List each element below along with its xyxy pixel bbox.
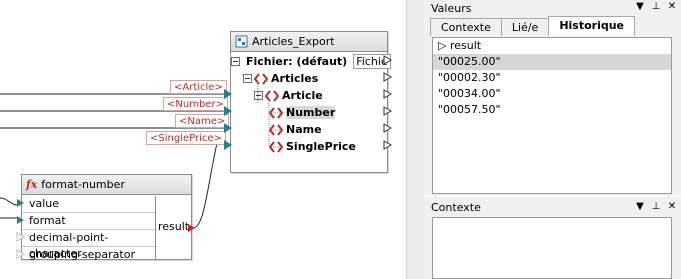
- input-value[interactable]: value: [22, 196, 155, 213]
- function-output-port: [188, 224, 195, 232]
- input-decimal-point-character[interactable]: decimal-point-character: [22, 230, 155, 260]
- tag-singleprice: <SinglePrice>: [146, 131, 226, 145]
- file-label: Fichier: (défaut): [246, 55, 348, 68]
- format-number-function[interactable]: fx format-number value format decimal-po…: [21, 174, 192, 261]
- file-row: Fichier: (défaut) Fichie: [231, 53, 391, 70]
- result-value-2[interactable]: "00002.30": [433, 70, 671, 86]
- input-ports: [224, 89, 232, 150]
- function-divider: [155, 196, 156, 259]
- context-pane-title: Contexte: [431, 200, 481, 214]
- dropdown-arrow-icon[interactable]: ▼: [635, 201, 645, 213]
- pin-icon[interactable]: ⊥: [651, 201, 661, 213]
- values-tabs: Contexte Lié/e Historique: [430, 16, 681, 36]
- context-pane-header: Contexte ▼ ⊥ ✕: [424, 197, 681, 217]
- function-title: format-number: [41, 178, 125, 191]
- close-icon[interactable]: ✕: [667, 201, 677, 213]
- expand-triangle-icon: ▷: [438, 39, 447, 52]
- tag-number: <Number>: [163, 97, 228, 111]
- function-input-ports: [16, 199, 26, 259]
- node-label-number: Number: [286, 106, 336, 119]
- tab-historique[interactable]: Historique: [548, 16, 636, 36]
- component-title-bar[interactable]: Articles_Export: [231, 32, 387, 52]
- history-list[interactable]: ▷ result "00025.00" "00002.30" "00034.00…: [432, 37, 672, 194]
- values-pane-title: Valeurs: [431, 1, 472, 15]
- result-label: result: [449, 39, 482, 52]
- function-icon: fx: [26, 178, 38, 191]
- dropdown-arrow-icon[interactable]: ▼: [635, 1, 645, 13]
- pin-icon[interactable]: ⊥: [651, 1, 661, 13]
- output-result[interactable]: result: [158, 220, 189, 233]
- tab-contexte[interactable]: Contexte: [430, 18, 502, 36]
- result-value-3[interactable]: "00034.00": [433, 86, 671, 102]
- values-pane-header: Valeurs ▼ ⊥ ✕: [424, 0, 681, 16]
- tag-article: <Article>: [170, 80, 227, 94]
- input-grouping-separator[interactable]: grouping-separator: [22, 247, 155, 264]
- result-header[interactable]: ▷ result: [433, 38, 671, 54]
- collapse-file-toggle[interactable]: [231, 57, 240, 66]
- function-title-bar[interactable]: fx format-number: [22, 175, 191, 195]
- context-body[interactable]: [432, 217, 672, 279]
- articles-export-component[interactable]: Articles_Export Fichier: (défaut) Fichie…: [230, 31, 391, 173]
- close-icon[interactable]: ✕: [667, 1, 677, 13]
- mapping-canvas[interactable]: <Article> <Number> <Name> <SinglePrice> …: [0, 0, 406, 279]
- result-value-1[interactable]: "00025.00": [433, 54, 671, 70]
- component-title: Articles_Export: [252, 35, 335, 48]
- node-label-article: Article: [282, 89, 323, 102]
- result-value-4[interactable]: "00057.50": [433, 102, 671, 118]
- tree-lines: [257, 82, 280, 148]
- node-label-name: Name: [286, 123, 322, 136]
- output-ports: [383, 55, 393, 150]
- node-label-singleprice: SinglePrice: [286, 140, 356, 153]
- input-format[interactable]: format: [22, 213, 155, 230]
- pane-splitter[interactable]: [406, 0, 424, 279]
- tab-liee[interactable]: Lié/e: [500, 18, 550, 36]
- tag-name: <Name>: [175, 114, 230, 128]
- xml-component-icon: [235, 35, 248, 48]
- collapse-articles-toggle[interactable]: [243, 74, 252, 83]
